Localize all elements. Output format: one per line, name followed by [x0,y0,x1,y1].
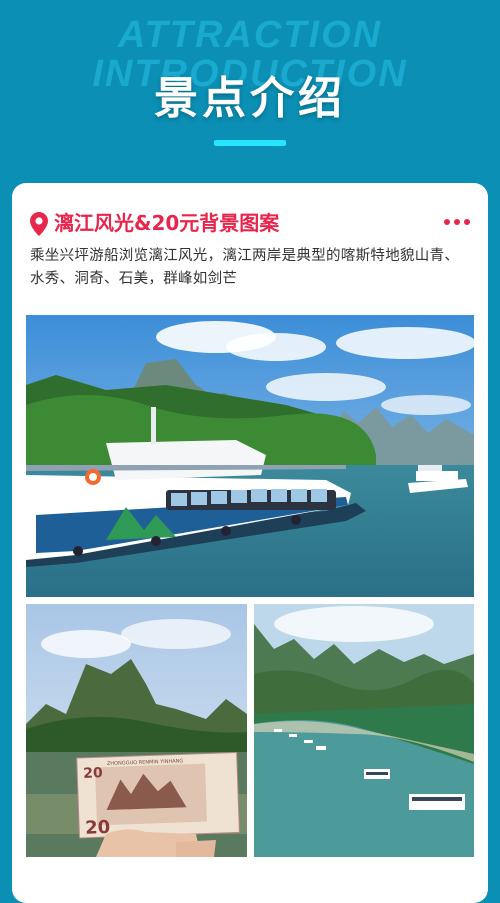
river-aerial-photo[interactable] [254,604,474,857]
more-options-icon[interactable] [444,219,470,227]
card-description: 乘坐兴坪游船浏览漓江风光，漓江两岸是典型的喀斯特地貌山青、水秀、洞奇、石美，群峰… [30,248,460,287]
banknote-photo[interactable]: 20 20 ZHONGGUO RENMIN YINHANG [26,604,247,857]
title-underline [214,140,286,146]
banknote-value-top: 20 [83,765,103,782]
location-pin-icon [30,212,48,236]
page-title: 景点介绍 [154,73,346,124]
boat-photo[interactable] [26,315,474,597]
card-header: 漓江风光&20元背景图案 [30,209,470,239]
card-title: 漓江风光&20元背景图案 [54,211,280,235]
bg-text-attraction: ATTRACTION [117,14,383,56]
attraction-card: 漓江风光&20元背景图案 乘坐兴坪游船浏览漓江风光，漓江两岸是典型的喀斯特地貌山… [12,183,488,903]
